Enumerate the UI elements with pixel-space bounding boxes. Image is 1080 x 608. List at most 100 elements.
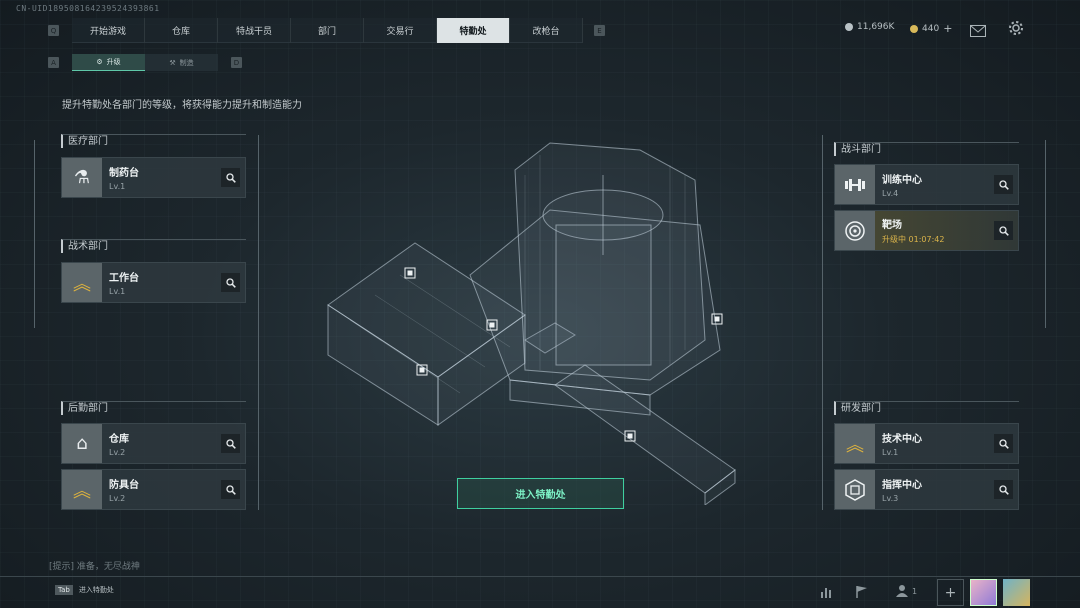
add-squad-member-button[interactable]: + — [937, 579, 964, 606]
tab-hint-label: 进入特勤处 — [78, 586, 114, 594]
facility-name: 靶场 — [882, 220, 902, 231]
tab-key: Tab — [55, 585, 73, 595]
sub-nav: ⚙ 升级 ⚒ 制造 — [72, 54, 218, 71]
inspect-training-center-button[interactable] — [994, 175, 1013, 194]
settings-gear-icon[interactable] — [1008, 20, 1024, 40]
add-currency-button[interactable]: + — [943, 22, 952, 35]
tab-special-ops[interactable]: 特勤处 — [437, 18, 510, 43]
armor-icon: ︽ — [62, 470, 102, 509]
facility-card-workbench[interactable]: ︽ 工作台 Lv.1 — [61, 262, 246, 303]
tab-operators[interactable]: 特战干员 — [218, 18, 291, 43]
frame-line-right — [1045, 140, 1046, 328]
mail-icon[interactable] — [970, 22, 986, 41]
facility-level: Lv.1 — [109, 287, 126, 296]
magnifier-icon — [225, 172, 236, 183]
upgrade-icon: ⚙ — [96, 58, 103, 66]
facility-name: 技术中心 — [882, 434, 922, 445]
frame-line-left — [34, 140, 35, 328]
inspect-shooting-range-button[interactable] — [994, 221, 1013, 240]
tab-start-game[interactable]: 开始游戏 — [72, 18, 145, 43]
facility-level: Lv.2 — [109, 494, 126, 503]
subnav-prev-key[interactable]: A — [48, 57, 59, 68]
facility-name: 训练中心 — [882, 175, 922, 186]
inspect-storage-button[interactable] — [221, 434, 240, 453]
inspect-command-center-button[interactable] — [994, 480, 1013, 499]
tab-warehouse[interactable]: 仓库 — [145, 18, 218, 43]
facility-level: Lv.2 — [109, 448, 126, 457]
facility-card-training-center[interactable]: 训练中心 Lv.4 — [834, 164, 1019, 205]
facility-name: 仓库 — [109, 434, 129, 445]
ticket-icon — [910, 24, 918, 33]
inspect-workbench-button[interactable] — [221, 273, 240, 292]
friend-avatar[interactable] — [970, 579, 997, 606]
subtab-upgrade-label: 升级 — [106, 58, 121, 66]
nav-next-key[interactable]: E — [594, 25, 605, 36]
magnifier-icon — [998, 438, 1009, 449]
section-logistics: 后勤部门 — [61, 401, 246, 415]
subtab-upgrade[interactable]: ⚙ 升级 — [72, 54, 145, 71]
facility-name: 工作台 — [109, 273, 139, 284]
flag-icon[interactable] — [855, 584, 869, 603]
tab-hint: Tab 进入特勤处 — [55, 585, 114, 595]
magnifier-icon — [225, 277, 236, 288]
coin-amount: 11,696K — [857, 22, 895, 32]
player-avatar[interactable] — [1003, 579, 1030, 606]
tech-icon: ︽ — [835, 424, 875, 463]
section-research: 研发部门 — [834, 401, 1019, 415]
magnifier-icon — [998, 179, 1009, 190]
page-description: 提升特勤处各部门的等级，将获得能力提升和制造能力 — [62, 100, 302, 111]
section-tactical: 战术部门 — [61, 239, 246, 253]
tip-text: [提示] 准备，无尽战神 — [49, 562, 140, 572]
facility-name: 防具台 — [109, 480, 139, 491]
facility-level: Lv.1 — [882, 448, 899, 457]
inspect-tech-center-button[interactable] — [994, 434, 1013, 453]
facility-card-shooting-range[interactable]: 靶场 升级中 01:07:42 — [834, 210, 1019, 251]
ticket-amount: 440 — [922, 23, 940, 34]
facility-card-command-center[interactable]: 指挥中心 Lv.3 — [834, 469, 1019, 510]
bottom-divider — [0, 576, 1080, 577]
inspect-armor-bench-button[interactable] — [221, 480, 240, 499]
magnifier-icon — [225, 438, 236, 449]
medicine-icon: ⚗ — [62, 158, 102, 197]
squad-count: 1 — [912, 586, 918, 596]
frame-line-inner-right — [822, 135, 823, 510]
facility-card-pharmacy[interactable]: ⚗ 制药台 Lv.1 — [61, 157, 246, 198]
coin-balance: 11,696K — [845, 22, 894, 32]
target-icon — [835, 211, 875, 250]
facility-wireframe-illustration — [327, 142, 736, 505]
craft-icon: ⚒ — [169, 58, 176, 67]
tab-department[interactable]: 部门 — [291, 18, 364, 43]
facility-card-armor-bench[interactable]: ︽ 防具台 Lv.2 — [61, 469, 246, 510]
nav-prev-key[interactable]: Q — [48, 25, 59, 36]
section-medical: 医疗部门 — [61, 134, 246, 148]
magnifier-icon — [998, 484, 1009, 495]
subnav-next-key[interactable]: D — [231, 57, 242, 68]
stats-chart-icon[interactable] — [820, 584, 834, 603]
squad-indicator[interactable]: 1 — [895, 584, 917, 598]
enter-special-ops-button[interactable]: 进入特勤处 — [457, 478, 624, 509]
section-combat: 战斗部门 — [834, 142, 1019, 156]
person-icon — [896, 585, 908, 597]
workbench-icon: ︽ — [62, 263, 102, 302]
dumbbell-icon — [835, 165, 875, 204]
facility-card-storage[interactable]: ⌂ 仓库 Lv.2 — [61, 423, 246, 464]
player-uid: CN-UID189508164239524393861 — [16, 4, 160, 13]
tab-gunsmith[interactable]: 改枪台 — [510, 18, 583, 43]
upgrade-timer: 升级中 01:07:42 — [882, 235, 945, 244]
storage-icon: ⌂ — [62, 424, 102, 463]
coin-icon — [845, 23, 853, 31]
frame-line-inner-left — [258, 135, 259, 510]
facility-name: 制药台 — [109, 168, 139, 179]
facility-level: Lv.3 — [882, 494, 899, 503]
inspect-pharmacy-button[interactable] — [221, 168, 240, 187]
facility-card-tech-center[interactable]: ︽ 技术中心 Lv.1 — [834, 423, 1019, 464]
command-icon — [835, 470, 875, 509]
tab-trading[interactable]: 交易行 — [364, 18, 437, 43]
magnifier-icon — [225, 484, 236, 495]
subtab-craft-label: 制造 — [179, 58, 194, 67]
subtab-craft[interactable]: ⚒ 制造 — [145, 54, 218, 71]
facility-level: Lv.4 — [882, 189, 899, 198]
ticket-balance: 440 + — [910, 22, 952, 35]
magnifier-icon — [998, 225, 1009, 236]
top-nav: 开始游戏 仓库 特战干员 部门 交易行 特勤处 改枪台 — [72, 18, 583, 43]
